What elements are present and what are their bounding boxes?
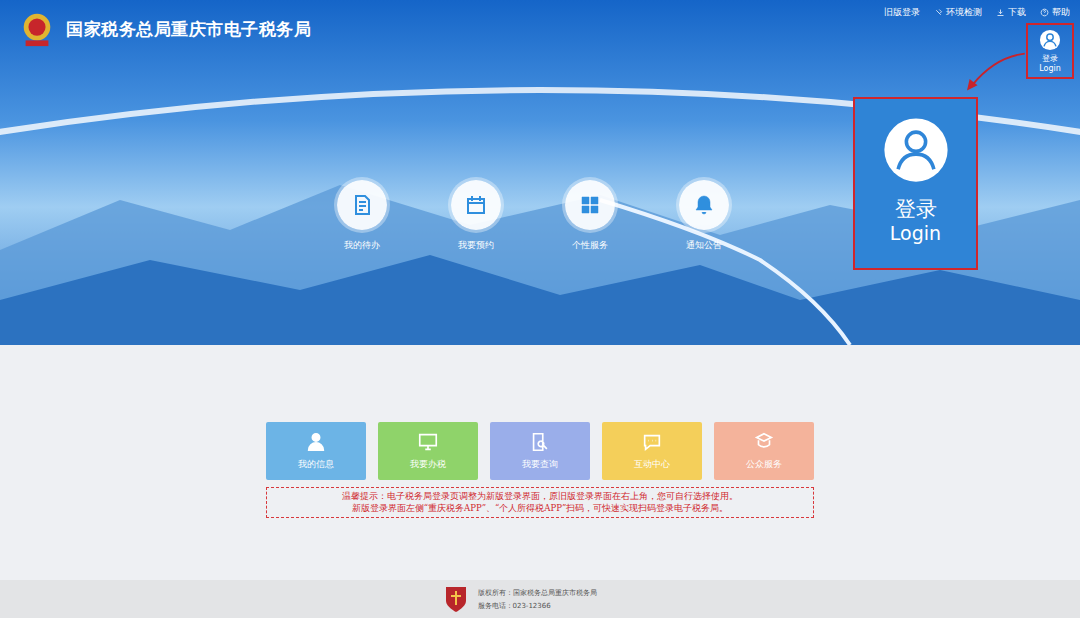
login-label: 登录 xyxy=(1042,54,1058,63)
user-icon xyxy=(883,117,949,183)
footer-text: 版权所有：国家税务总局重庆市税务局服务电话：023-12366 xyxy=(478,588,597,611)
user-icon xyxy=(1039,29,1061,51)
main-area: 我的信息 我要办税 我要查询 互动中心 公众服务 温馨提示：电子税务局登录页调整… xyxy=(0,345,1080,580)
link-icon xyxy=(996,8,1005,17)
footer-line: 版权所有：国家税务总局重庆市税务局 xyxy=(478,588,597,598)
hero-banner: 国家税务总局重庆市电子税务局 旧版登录 环境检测 下载 帮助 登录 Login … xyxy=(0,0,1080,345)
service-card-icon xyxy=(753,431,775,453)
service-card-icon xyxy=(417,431,439,453)
hero-item-circle xyxy=(679,180,729,230)
site-title: 国家税务总局重庆市电子税务局 xyxy=(66,18,311,41)
hero-item-label: 我要预约 xyxy=(458,239,494,252)
login-page: 国家税务总局重庆市电子税务局 旧版登录 环境检测 下载 帮助 登录 Login … xyxy=(0,0,1080,618)
hero-item-circle xyxy=(565,180,615,230)
hero-item-icon xyxy=(578,193,602,217)
login-callout[interactable]: 登录 Login xyxy=(853,97,978,270)
hero-item[interactable]: 我要预约 xyxy=(444,180,508,252)
hero-item-icon xyxy=(350,193,374,217)
tax-shield-icon xyxy=(444,585,468,613)
hero-item-icon xyxy=(692,193,716,217)
service-card-label: 我的信息 xyxy=(298,458,334,471)
service-card-icon xyxy=(305,431,327,453)
top-right: 旧版登录 环境检测 下载 帮助 登录 Login xyxy=(884,6,1074,79)
notice-box: 温馨提示：电子税务局登录页调整为新版登录界面，原旧版登录界面在右上角，您可自行选… xyxy=(266,487,814,518)
hero-item-circle xyxy=(451,180,501,230)
service-card-label: 互动中心 xyxy=(634,458,670,471)
brand: 国家税务总局重庆市电子税务局 xyxy=(18,6,311,48)
service-card-label: 我要办税 xyxy=(410,458,446,471)
top-link[interactable]: 旧版登录 xyxy=(884,6,920,19)
service-card[interactable]: 我的信息 xyxy=(266,422,366,480)
login-sublabel: Login xyxy=(1039,64,1061,73)
service-card[interactable]: 互动中心 xyxy=(602,422,702,480)
hero-item-circle xyxy=(337,180,387,230)
hero-item-label: 我的待办 xyxy=(344,239,380,252)
hero-item[interactable]: 我的待办 xyxy=(330,180,394,252)
hero-item[interactable]: 通知公告 xyxy=(672,180,736,252)
service-cards: 我的信息 我要办税 我要查询 互动中心 公众服务 xyxy=(266,422,814,480)
footer-line: 服务电话：023-12366 xyxy=(478,601,597,611)
callout-label: 登录 xyxy=(895,197,937,222)
service-card-icon xyxy=(641,431,663,453)
link-icon xyxy=(934,8,943,17)
service-card[interactable]: 我要查询 xyxy=(490,422,590,480)
notice-line: 温馨提示：电子税务局登录页调整为新版登录界面，原旧版登录界面在右上角，您可自行选… xyxy=(271,490,809,502)
hero-item[interactable]: 个性服务 xyxy=(558,180,622,252)
top-links: 旧版登录 环境检测 下载 帮助 xyxy=(884,6,1074,19)
service-card[interactable]: 公众服务 xyxy=(714,422,814,480)
callout-sublabel: Login xyxy=(890,222,941,246)
hero-item-label: 个性服务 xyxy=(572,239,608,252)
tax-emblem-icon xyxy=(18,10,56,48)
service-card-icon xyxy=(529,431,551,453)
service-card-label: 公众服务 xyxy=(746,458,782,471)
hero-item-label: 通知公告 xyxy=(686,239,722,252)
top-link[interactable]: 下载 xyxy=(996,6,1026,19)
notice-line: 新版登录界面左侧“重庆税务APP”、“个人所得税APP”扫码，可快速实现扫码登录… xyxy=(271,502,809,514)
callout-arrow-icon xyxy=(960,48,1030,96)
top-bar: 国家税务总局重庆市电子税务局 旧版登录 环境检测 下载 帮助 登录 Login xyxy=(0,0,1080,89)
login-button[interactable]: 登录 Login xyxy=(1026,23,1074,79)
link-icon xyxy=(1040,8,1049,17)
top-link[interactable]: 帮助 xyxy=(1040,6,1070,19)
service-card-label: 我要查询 xyxy=(522,458,558,471)
top-link[interactable]: 环境检测 xyxy=(934,6,982,19)
footer: 版权所有：国家税务总局重庆市税务局服务电话：023-12366 xyxy=(0,580,1080,618)
hero-item-icon xyxy=(464,193,488,217)
service-card[interactable]: 我要办税 xyxy=(378,422,478,480)
